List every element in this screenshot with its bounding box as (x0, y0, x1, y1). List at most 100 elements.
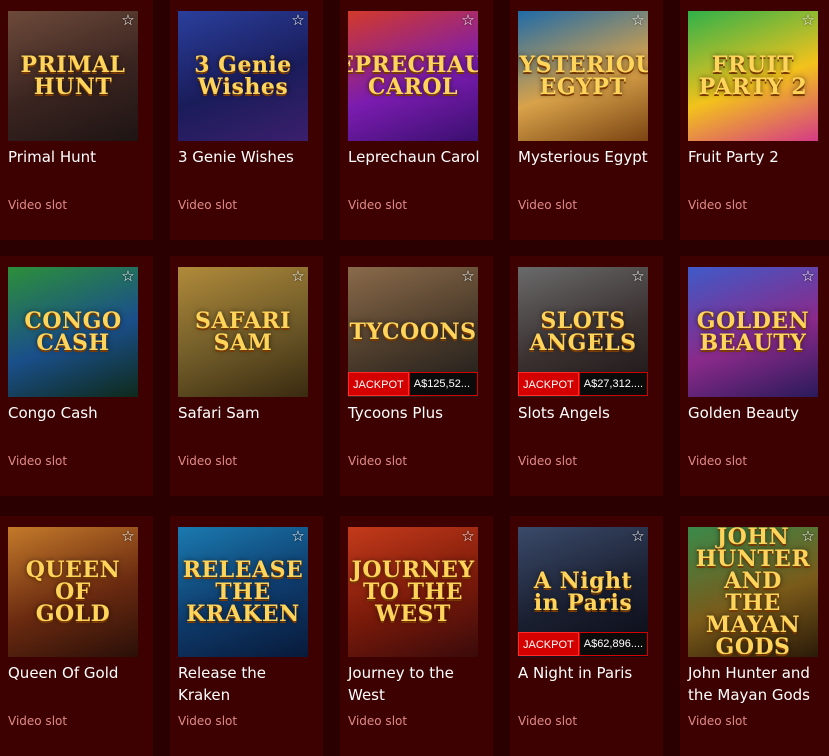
game-title[interactable]: Safari Sam (178, 402, 320, 424)
game-card[interactable]: CONGO CASH ☆ Congo Cash Video slot (0, 256, 153, 496)
game-category: Video slot (348, 454, 408, 468)
game-card[interactable]: SAFARI SAM ☆ Safari Sam Video slot (170, 256, 323, 496)
game-category: Video slot (348, 198, 408, 212)
game-card[interactable]: PRIMAL HUNT ☆ Primal Hunt Video slot (0, 0, 153, 240)
favorite-star-icon[interactable]: ☆ (459, 527, 477, 545)
game-thumbnail[interactable]: QUEEN OF GOLD ☆ (8, 527, 138, 657)
jackpot-value: A$27,312.... (578, 372, 648, 396)
game-thumbnail[interactable]: LEPRECHAUN CAROL ☆ (348, 11, 478, 141)
game-category: Video slot (348, 714, 408, 728)
favorite-star-icon[interactable]: ☆ (289, 11, 307, 29)
game-card[interactable]: GOLDEN BEAUTY ☆ Golden Beauty Video slot (680, 256, 829, 496)
game-title[interactable]: Journey to the West (348, 662, 490, 706)
favorite-star-icon[interactable]: ☆ (629, 267, 647, 285)
jackpot-badge: JACKPOT A$62,896.... (518, 632, 648, 656)
favorite-star-icon[interactable]: ☆ (629, 527, 647, 545)
game-thumbnail[interactable]: CONGO CASH ☆ (8, 267, 138, 397)
favorite-star-icon[interactable]: ☆ (799, 11, 817, 29)
jackpot-badge: JACKPOT A$125,52... (348, 372, 478, 396)
game-title[interactable]: Slots Angels (518, 402, 660, 424)
game-artwork: JOHN HUNTER AND THE MAYAN GODS (688, 527, 818, 657)
game-logo-art: CONGO CASH (24, 308, 122, 356)
game-category: Video slot (688, 714, 748, 728)
favorite-star-icon[interactable]: ☆ (459, 267, 477, 285)
favorite-star-icon[interactable]: ☆ (629, 11, 647, 29)
game-category: Video slot (8, 198, 68, 212)
game-title[interactable]: John Hunter and the Mayan Gods (688, 662, 829, 706)
game-thumbnail[interactable]: PRIMAL HUNT ☆ (8, 11, 138, 141)
game-thumbnail[interactable]: 3 Genie Wishes ☆ (178, 11, 308, 141)
game-thumbnail[interactable]: SAFARI SAM ☆ (178, 267, 308, 397)
game-category: Video slot (178, 454, 238, 468)
game-title[interactable]: Fruit Party 2 (688, 146, 829, 168)
game-card[interactable]: LEPRECHAUN CAROL ☆ Leprechaun Carol Vide… (340, 0, 493, 240)
game-card[interactable]: RELEASE THE KRAKEN ☆ Release the Kraken … (170, 516, 323, 756)
game-title[interactable]: 3 Genie Wishes (178, 146, 320, 168)
game-category: Video slot (8, 714, 68, 728)
game-category: Video slot (518, 198, 578, 212)
game-category: Video slot (518, 454, 578, 468)
game-logo-art: TYCOONS (349, 319, 477, 345)
game-thumbnail[interactable]: RELEASE THE KRAKEN ☆ (178, 527, 308, 657)
game-logo-art: PRIMAL HUNT (20, 52, 126, 100)
game-card[interactable]: QUEEN OF GOLD ☆ Queen Of Gold Video slot (0, 516, 153, 756)
favorite-star-icon[interactable]: ☆ (119, 267, 137, 285)
game-artwork: SAFARI SAM (178, 267, 308, 397)
game-category: Video slot (178, 198, 238, 212)
game-title[interactable]: Congo Cash (8, 402, 150, 424)
favorite-star-icon[interactable]: ☆ (799, 267, 817, 285)
game-card[interactable]: JOURNEY TO THE WEST ☆ Journey to the Wes… (340, 516, 493, 756)
game-title[interactable]: Golden Beauty (688, 402, 829, 424)
game-artwork: RELEASE THE KRAKEN (178, 527, 308, 657)
game-grid: PRIMAL HUNT ☆ Primal Hunt Video slot 3 G… (0, 0, 829, 756)
game-thumbnail[interactable]: MYSTERIOUS EGYPT ☆ (518, 11, 648, 141)
game-thumbnail[interactable]: JOHN HUNTER AND THE MAYAN GODS ☆ (688, 527, 818, 657)
game-category: Video slot (688, 454, 748, 468)
favorite-star-icon[interactable]: ☆ (799, 527, 817, 545)
game-title[interactable]: Leprechaun Carol (348, 146, 490, 168)
game-category: Video slot (688, 198, 748, 212)
game-thumbnail[interactable]: GOLDEN BEAUTY ☆ (688, 267, 818, 397)
game-card[interactable]: 3 Genie Wishes ☆ 3 Genie Wishes Video sl… (170, 0, 323, 240)
game-thumbnail[interactable]: JOURNEY TO THE WEST ☆ (348, 527, 478, 657)
favorite-star-icon[interactable]: ☆ (119, 11, 137, 29)
favorite-star-icon[interactable]: ☆ (119, 527, 137, 545)
jackpot-badge: JACKPOT A$27,312.... (518, 372, 648, 396)
game-artwork: PRIMAL HUNT (8, 11, 138, 141)
game-logo-art: FRUIT PARTY 2 (698, 52, 808, 100)
game-card[interactable]: SLOTS ANGELS ☆ JACKPOT A$27,312.... Slot… (510, 256, 663, 496)
game-thumbnail[interactable]: A Night in Paris ☆ JACKPOT A$62,896.... (518, 527, 648, 657)
game-artwork: JOURNEY TO THE WEST (348, 527, 478, 657)
game-thumbnail[interactable]: TYCOONS ☆ JACKPOT A$125,52... (348, 267, 478, 397)
game-thumbnail[interactable]: FRUIT PARTY 2 ☆ (688, 11, 818, 141)
game-logo-art: SLOTS ANGELS (529, 308, 637, 356)
favorite-star-icon[interactable]: ☆ (459, 11, 477, 29)
game-card[interactable]: JOHN HUNTER AND THE MAYAN GODS ☆ John Hu… (680, 516, 829, 756)
game-artwork: QUEEN OF GOLD (8, 527, 138, 657)
game-title[interactable]: Queen Of Gold (8, 662, 150, 684)
jackpot-value: A$62,896.... (578, 632, 648, 656)
game-artwork: FRUIT PARTY 2 (688, 11, 818, 141)
game-logo-art: QUEEN OF GOLD (25, 557, 121, 627)
jackpot-value: A$125,52... (408, 372, 478, 396)
game-card[interactable]: MYSTERIOUS EGYPT ☆ Mysterious Egypt Vide… (510, 0, 663, 240)
favorite-star-icon[interactable]: ☆ (289, 527, 307, 545)
game-title[interactable]: Mysterious Egypt (518, 146, 660, 168)
game-title[interactable]: Release the Kraken (178, 662, 320, 706)
game-card[interactable]: TYCOONS ☆ JACKPOT A$125,52... Tycoons Pl… (340, 256, 493, 496)
game-artwork: CONGO CASH (8, 267, 138, 397)
game-artwork: GOLDEN BEAUTY (688, 267, 818, 397)
jackpot-label: JACKPOT (518, 372, 579, 396)
favorite-star-icon[interactable]: ☆ (289, 267, 307, 285)
game-card[interactable]: FRUIT PARTY 2 ☆ Fruit Party 2 Video slot (680, 0, 829, 240)
game-title[interactable]: Primal Hunt (8, 146, 150, 168)
game-artwork: 3 Genie Wishes (178, 11, 308, 141)
game-title[interactable]: Tycoons Plus (348, 402, 490, 424)
game-card[interactable]: A Night in Paris ☆ JACKPOT A$62,896.... … (510, 516, 663, 756)
game-logo-art: 3 Genie Wishes (194, 52, 292, 100)
game-logo-art: A Night in Paris (533, 568, 633, 616)
game-thumbnail[interactable]: SLOTS ANGELS ☆ JACKPOT A$27,312.... (518, 267, 648, 397)
game-title[interactable]: A Night in Paris (518, 662, 660, 684)
game-logo-art: SAFARI SAM (195, 308, 291, 356)
game-category: Video slot (8, 454, 68, 468)
